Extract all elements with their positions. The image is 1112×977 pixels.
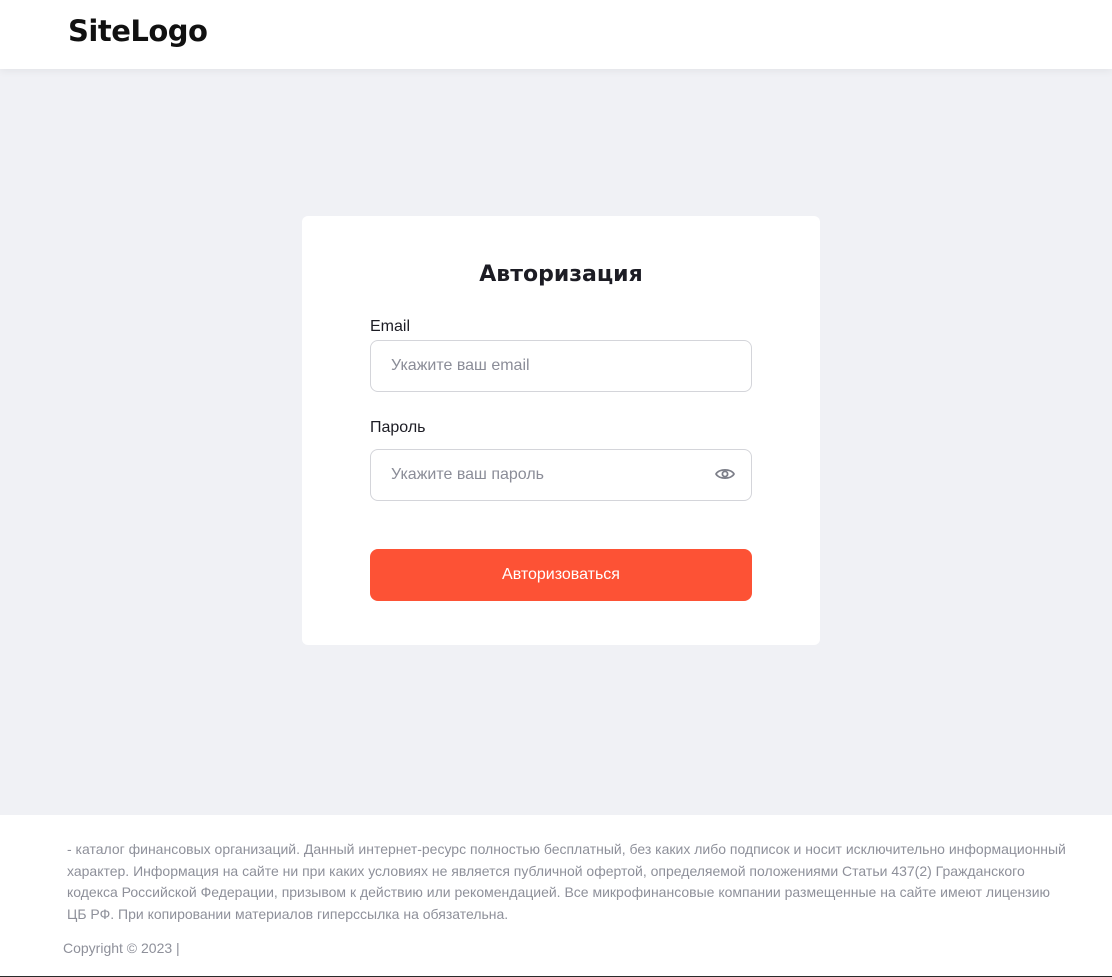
copyright-text: Copyright © 2023 | xyxy=(63,940,180,956)
site-footer: - каталог финансовых организаций. Данный… xyxy=(0,815,1112,977)
email-field[interactable] xyxy=(370,340,752,392)
eye-icon[interactable] xyxy=(714,465,736,483)
site-header: SiteLogo xyxy=(0,0,1112,69)
site-logo[interactable]: SiteLogo xyxy=(68,14,208,48)
password-label: Пароль xyxy=(370,419,426,436)
login-form: Авторизация Email Пароль Авторизоваться xyxy=(302,216,820,645)
email-label: Email xyxy=(370,318,411,335)
footer-disclaimer: - каталог финансовых организаций. Данный… xyxy=(67,841,1066,922)
login-submit-button[interactable]: Авторизоваться xyxy=(370,549,752,601)
login-title: Авторизация xyxy=(479,262,643,287)
password-field[interactable] xyxy=(370,449,752,501)
